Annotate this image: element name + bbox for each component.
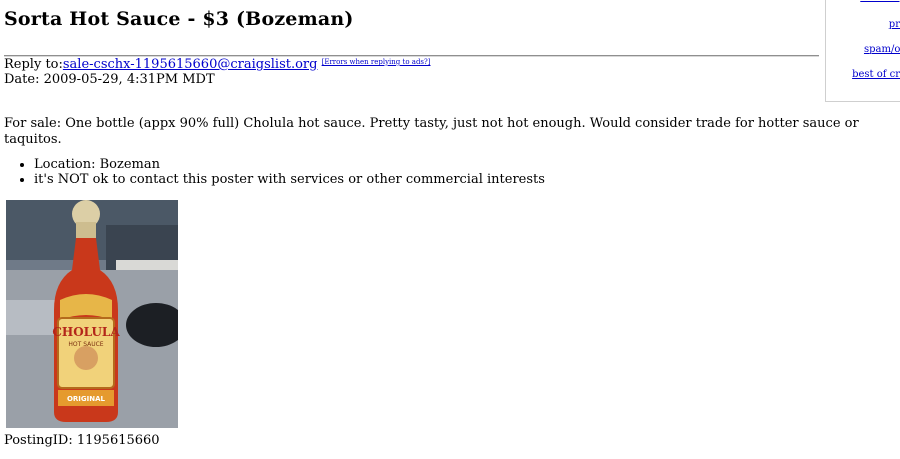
errors-help: [Errors when replying to ads?] bbox=[322, 58, 431, 66]
hot-sauce-bottle-image: CHOLULA HOT SAUCE ORIGINAL bbox=[6, 200, 178, 428]
post-body: For sale: One bottle (appx 90% full) Cho… bbox=[4, 116, 859, 147]
post-title: Sorta Hot Sauce - $3 (Bozeman) bbox=[4, 8, 354, 30]
reply-email-link[interactable]: sale-cschx-1195615660@craigslist.org bbox=[63, 57, 318, 72]
flag-prohibited-link[interactable]: pro bbox=[826, 19, 900, 30]
reply-line: Reply to:sale-cschx-1195615660@craigslis… bbox=[4, 57, 431, 72]
bottle-band-text: ORIGINAL bbox=[67, 395, 106, 403]
errors-replying-link[interactable]: [Errors when replying to ads?] bbox=[322, 58, 431, 66]
hot-sauce-photo[interactable]: CHOLULA HOT SAUCE ORIGINAL bbox=[6, 200, 178, 428]
bottle-brand-text: CHOLULA bbox=[52, 325, 120, 339]
post-info-list: Location: Bozeman it's NOT ok to contact… bbox=[4, 157, 545, 187]
contact-notice-item: it's NOT ok to contact this poster with … bbox=[34, 172, 545, 187]
location-item: Location: Bozeman bbox=[34, 157, 545, 172]
reply-label: Reply to: bbox=[4, 57, 63, 72]
flag-spam-link[interactable]: spam/ov bbox=[826, 44, 900, 55]
bottle-sub-text: HOT SAUCE bbox=[68, 341, 103, 348]
posting-id: PostingID: 1195615660 bbox=[4, 433, 160, 448]
post-meta: Reply to:sale-cschx-1195615660@craigslis… bbox=[4, 57, 431, 87]
sidebar-flag-box: miscateg pro spam/ov best of cra bbox=[825, 0, 900, 102]
best-of-craigslist-link[interactable]: best of cra bbox=[826, 69, 900, 80]
post-date: Date: 2009-05-29, 4:31PM MDT bbox=[4, 72, 215, 87]
flag-miscategorized-link[interactable]: miscateg bbox=[826, 0, 900, 3]
